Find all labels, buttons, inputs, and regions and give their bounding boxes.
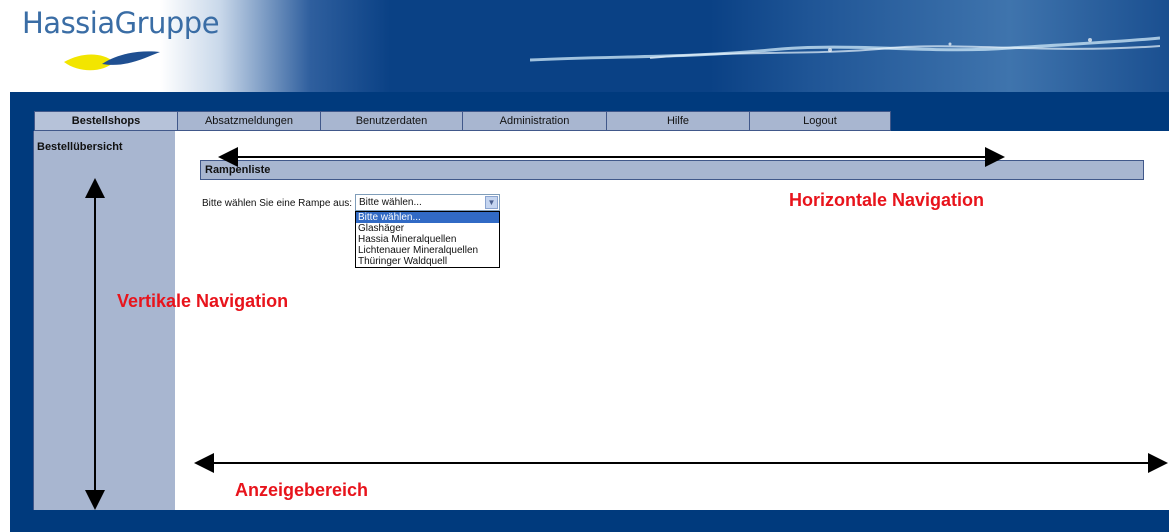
annotation-horizontal-navigation: Horizontale Navigation	[789, 190, 985, 210]
footer-bar	[10, 510, 1169, 532]
annotation-arrows	[85, 147, 1168, 510]
annotation-display-area: Anzeigebereich	[235, 480, 369, 500]
annotation-vertical-navigation: Vertikale Navigation	[117, 291, 289, 311]
